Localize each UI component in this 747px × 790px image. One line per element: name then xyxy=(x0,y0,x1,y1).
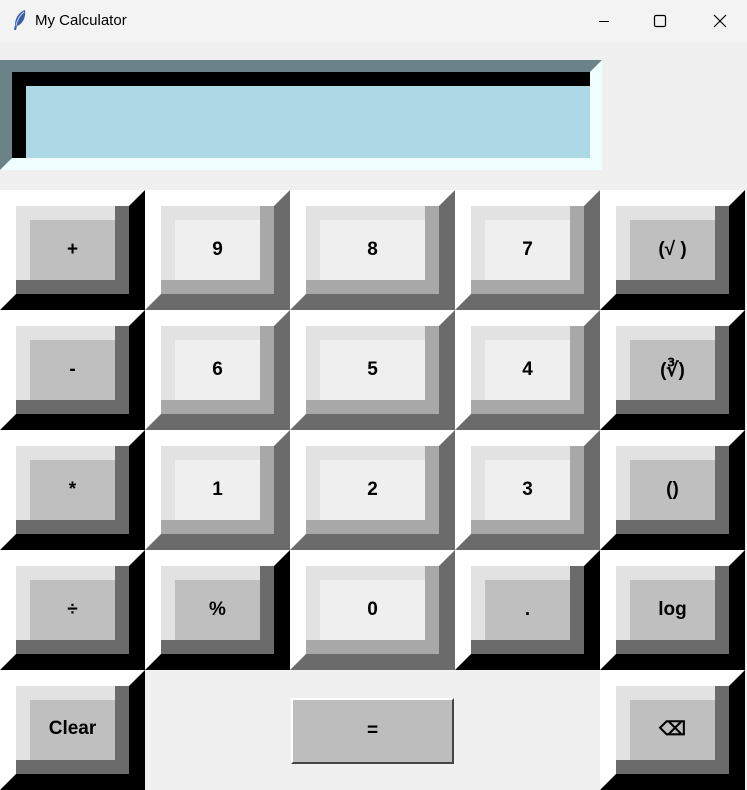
multiply-button[interactable]: * xyxy=(0,430,145,550)
cube-root-button[interactable]: (∛) xyxy=(600,310,745,430)
close-icon xyxy=(713,14,727,28)
digit-7-button[interactable]: 7 xyxy=(455,190,600,310)
digit-9-button[interactable]: 9 xyxy=(145,190,290,310)
feather-icon xyxy=(14,10,26,30)
window-title: My Calculator xyxy=(35,12,127,29)
equals-button[interactable]: = xyxy=(291,698,454,764)
digit-5-button[interactable]: 5 xyxy=(290,310,455,430)
title-bar: My Calculator xyxy=(0,0,747,42)
log-button[interactable]: log xyxy=(600,550,745,670)
digit-2-button[interactable]: 2 xyxy=(290,430,455,550)
digit-8-button[interactable]: 8 xyxy=(290,190,455,310)
backspace-button[interactable]: ⌫ xyxy=(600,670,745,790)
calculator-display[interactable] xyxy=(0,60,602,170)
maximize-button[interactable] xyxy=(637,0,683,42)
minus-button[interactable]: - xyxy=(0,310,145,430)
square-root-button[interactable]: (√ ) xyxy=(600,190,745,310)
decimal-point-button[interactable]: . xyxy=(455,550,600,670)
minimize-button[interactable] xyxy=(581,0,627,42)
close-button[interactable] xyxy=(697,0,743,42)
minimize-icon xyxy=(599,21,609,22)
parentheses-button[interactable]: () xyxy=(600,430,745,550)
digit-0-button[interactable]: 0 xyxy=(290,550,455,670)
display-bevel xyxy=(12,72,590,158)
percent-button[interactable]: % xyxy=(145,550,290,670)
digit-4-button[interactable]: 4 xyxy=(455,310,600,430)
plus-button[interactable]: + xyxy=(0,190,145,310)
divide-button[interactable]: ÷ xyxy=(0,550,145,670)
digit-6-button[interactable]: 6 xyxy=(145,310,290,430)
digit-1-button[interactable]: 1 xyxy=(145,430,290,550)
digit-3-button[interactable]: 3 xyxy=(455,430,600,550)
maximize-icon xyxy=(653,14,667,28)
clear-button[interactable]: Clear xyxy=(0,670,145,790)
